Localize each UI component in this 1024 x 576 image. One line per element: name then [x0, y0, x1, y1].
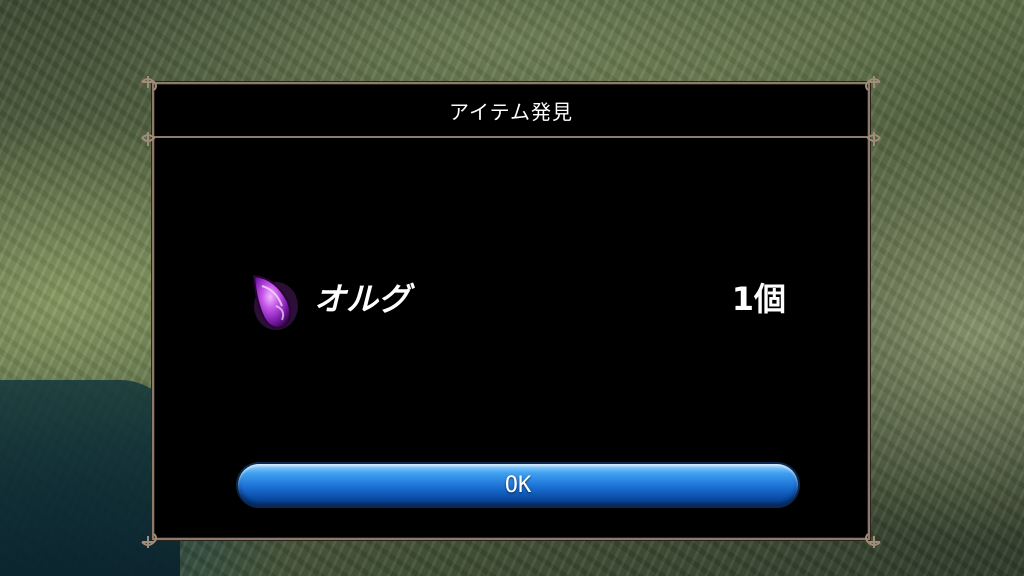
- item-name: オルグ: [314, 280, 411, 318]
- ok-button[interactable]: OK: [238, 464, 798, 506]
- ok-button-label: OK: [504, 472, 532, 498]
- corner-ornament-icon: [141, 533, 157, 548]
- purple-crystal-icon: [252, 274, 298, 330]
- game-scene-background: アイテム発見 オルグ 1個 OK: [0, 0, 1024, 576]
- corner-ornament-icon: [865, 76, 881, 91]
- item-row: オルグ 1個: [246, 270, 786, 330]
- corner-ornament-icon: [866, 132, 881, 146]
- item-count: 1個: [731, 280, 786, 318]
- corner-ornament-icon: [141, 132, 156, 146]
- corner-ornament-icon: [141, 76, 157, 91]
- dialog-title: アイテム発見: [449, 99, 573, 124]
- corner-ornament-icon: [865, 533, 881, 548]
- item-found-dialog: アイテム発見 オルグ 1個 OK: [141, 76, 881, 548]
- dialog-title-bar: アイテム発見: [154, 84, 868, 138]
